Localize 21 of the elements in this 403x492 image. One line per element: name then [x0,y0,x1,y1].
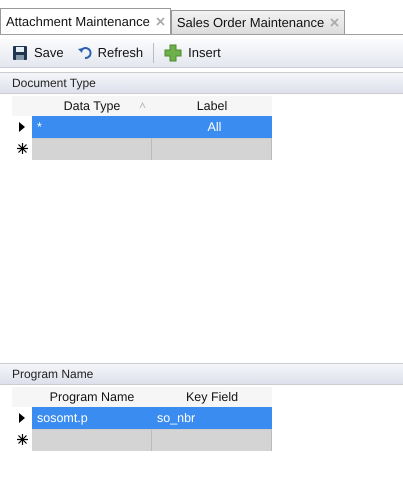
new-row-cell[interactable] [32,428,152,451]
close-icon[interactable] [330,18,340,27]
insert-button[interactable]: Insert [160,40,225,65]
new-row-cell[interactable] [152,138,272,160]
column-header[interactable]: Key Field [152,386,272,407]
column-header[interactable]: Label [152,96,272,116]
column-header[interactable]: Program Name [32,386,152,407]
tab[interactable]: Sales Order Maintenance [170,10,346,34]
new-row-cell[interactable] [152,428,272,451]
undo-arrow-icon [78,46,92,60]
column-header[interactable]: Data Type [32,96,152,116]
header-corner [12,386,32,407]
save-button[interactable]: Save [8,40,68,65]
header-corner [12,96,32,116]
section-header: Document Type [0,72,403,94]
plus-icon [164,44,182,62]
close-icon[interactable] [156,17,165,26]
refresh-button[interactable]: Refresh [74,40,148,65]
section-header: Program Name [0,362,403,385]
new-row-cell[interactable] [32,138,152,160]
tab[interactable]: Attachment Maintenance [0,8,171,34]
